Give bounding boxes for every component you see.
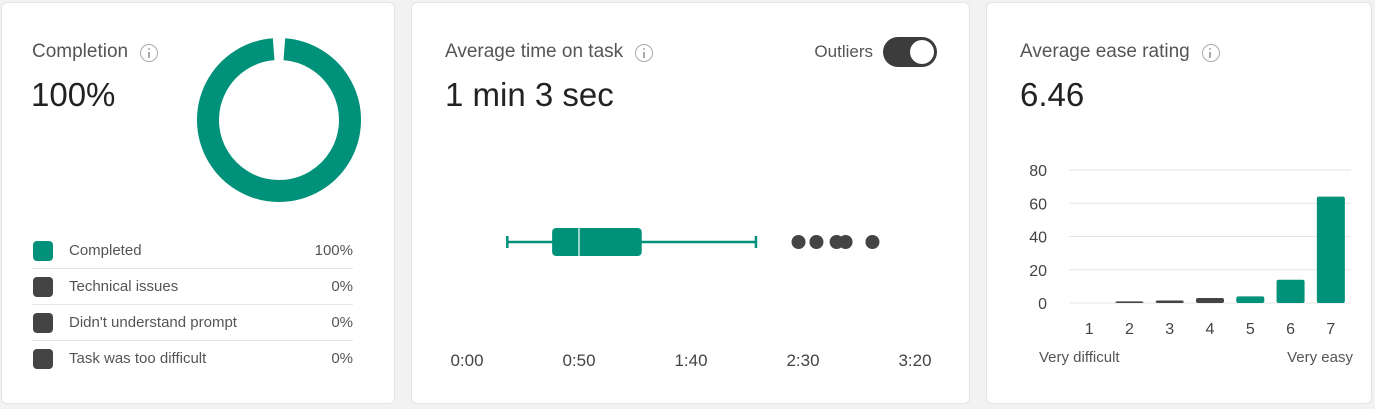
legend-percent: 100% <box>314 242 353 259</box>
rating-bar <box>1196 298 1224 303</box>
x-tick-label: 1:40 <box>674 351 707 370</box>
ease-rating-card: Average ease rating 6.46 Very difficult … <box>986 2 1372 404</box>
time-boxplot-chart: 0:00 0:50 1:40 2:30 3:20 <box>450 228 932 370</box>
rating-bar <box>1155 300 1184 303</box>
completion-donut-chart <box>197 38 361 202</box>
completion-legend: Completed 100% Technical issues 0% Didn't un… <box>32 233 353 376</box>
legend-label: Technical issues <box>69 278 179 295</box>
ease-bar-chart: Very difficult Very easy 0 20 40 60 80 1 2 3 4 5 6… <box>1029 163 1353 366</box>
outlier-point <box>865 235 880 249</box>
x-tick-label: 3 <box>1165 321 1174 338</box>
legend-item: Completed 100% <box>32 233 353 269</box>
y-tick-label: 20 <box>1029 263 1047 280</box>
very-difficult-label: Very difficult <box>1039 349 1120 366</box>
completion-value: 100% <box>31 76 116 113</box>
x-tick-label: 1 <box>1085 321 1094 338</box>
legend-item: Technical issues 0% <box>32 269 353 305</box>
outlier-point <box>838 235 853 249</box>
outlier-point <box>791 235 806 249</box>
x-tick-label: 4 <box>1206 321 1215 338</box>
y-tick-label: 80 <box>1029 163 1047 180</box>
y-tick-label: 40 <box>1029 230 1047 247</box>
rating-bar <box>1276 279 1305 303</box>
x-tick-label: 0:50 <box>562 351 595 370</box>
y-tick-label: 60 <box>1029 196 1047 213</box>
rating-bar <box>1316 196 1345 303</box>
x-tick-label: 2 <box>1125 321 1134 338</box>
legend-label: Task was too difficult <box>69 350 207 367</box>
legend-item: Didn't understand prompt 0% <box>32 305 353 341</box>
legend-swatch <box>33 348 53 369</box>
donut-slice <box>197 38 361 202</box>
legend-percent: 0% <box>331 350 353 367</box>
legend-percent: 0% <box>331 314 353 331</box>
rating-bar <box>1115 301 1144 303</box>
time-on-task-card: Average time on task 1 min 3 sec Outlier… <box>411 2 970 404</box>
x-tick-label: 3:20 <box>898 351 931 370</box>
x-tick-label: 0:00 <box>450 351 483 370</box>
legend-swatch <box>33 276 53 297</box>
legend-percent: 0% <box>331 278 353 295</box>
boxplot-box <box>552 228 642 256</box>
completion-card: Completion 100% Completed 100% Technical i… <box>1 2 395 404</box>
legend-item: Task was too difficult 0% <box>32 341 353 376</box>
rating-bar <box>1236 296 1265 303</box>
legend-label: Completed <box>69 242 142 259</box>
info-icon[interactable] <box>140 44 159 62</box>
very-easy-label: Very easy <box>1287 349 1353 366</box>
completion-title-row: Completion <box>32 41 159 63</box>
legend-swatch <box>33 312 53 333</box>
x-tick-label: 5 <box>1246 321 1255 338</box>
legend-label: Didn't understand prompt <box>69 314 237 331</box>
y-tick-label: 0 <box>1038 296 1047 313</box>
x-tick-label: 6 <box>1286 321 1295 338</box>
legend-swatch <box>33 240 53 261</box>
completion-title: Completion <box>32 41 129 62</box>
x-tick-label: 7 <box>1326 321 1335 338</box>
outlier-point <box>809 235 824 249</box>
x-tick-label: 2:30 <box>786 351 819 370</box>
